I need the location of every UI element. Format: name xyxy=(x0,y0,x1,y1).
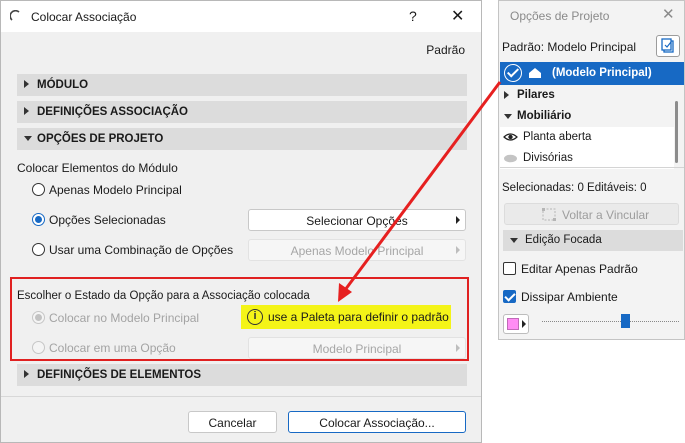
chevron-right-icon xyxy=(522,320,526,328)
chevron-down-icon xyxy=(504,114,512,119)
tree-item-partitions-label: Divisórias xyxy=(523,152,573,164)
footer-divider xyxy=(1,396,481,397)
tree-item-furniture[interactable]: Mobiliário xyxy=(500,106,674,127)
place-module-elements-label: Colocar Elementos do Módulo xyxy=(17,161,178,175)
radio-combination-label: Usar uma Combinação de Opções xyxy=(49,243,234,257)
chevron-right-icon xyxy=(24,370,29,378)
section-element-settings[interactable]: DEFINIÇÕES DE ELEMENTOS xyxy=(17,364,467,386)
radio-combination[interactable] xyxy=(32,243,45,256)
chevron-right-icon xyxy=(24,107,29,115)
chevron-down-icon xyxy=(510,238,518,243)
set-standard-icon[interactable] xyxy=(656,35,680,57)
section-elements-label: DEFINIÇÕES DE ELEMENTOS xyxy=(37,369,202,381)
tree-item-pillars[interactable]: Pilares xyxy=(500,85,674,106)
section-association-settings[interactable]: DEFINIÇÕES ASSOCIAÇÃO xyxy=(17,101,467,123)
relink-button[interactable]: Voltar a Vincular xyxy=(504,203,679,225)
app-icon xyxy=(10,10,20,21)
edit-standard-only-label: Editar Apenas Padrão xyxy=(521,262,638,276)
relink-icon xyxy=(542,208,556,221)
cancel-button[interactable]: Cancelar xyxy=(188,411,277,433)
eye-icon xyxy=(503,133,518,141)
color-swatch xyxy=(507,318,519,330)
project-options-palette: Opções de Projeto ✕ Padrão: Modelo Princ… xyxy=(498,0,685,340)
chevron-right-icon xyxy=(504,91,509,99)
select-options-button[interactable]: Selecionar Opções xyxy=(248,209,466,231)
tree-item-open-plan-label: Planta aberta xyxy=(523,131,592,143)
tree-item-open-plan[interactable]: Planta aberta xyxy=(500,127,674,148)
focused-edit-section[interactable]: Edição Focada xyxy=(503,230,683,251)
tree-item-pillars-label: Pilares xyxy=(517,89,555,101)
radio-main-only[interactable] xyxy=(32,183,45,196)
select-options-label: Selecionar Opções xyxy=(306,214,408,228)
tree-item-furniture-label: Mobiliário xyxy=(517,110,572,122)
palette-divider xyxy=(500,167,684,168)
default-label: Padrão xyxy=(426,43,465,57)
help-button[interactable]: ? xyxy=(409,8,417,24)
opacity-slider-track[interactable] xyxy=(542,321,679,322)
selection-counts: Selecionadas: 0 Editáveis: 0 xyxy=(502,182,647,194)
dim-environment-checkbox[interactable] xyxy=(503,290,516,303)
section-module-label: MÓDULO xyxy=(37,79,89,91)
radio-selected-options-label: Opções Selecionadas xyxy=(49,213,166,227)
palette-standard-label: Padrão: Modelo Principal xyxy=(502,40,637,54)
place-association-dialog: Colocar Associação ? ✕ Padrão MÓDULO DEF… xyxy=(0,0,482,443)
cancel-label: Cancelar xyxy=(208,416,257,430)
color-picker-button[interactable] xyxy=(503,314,529,334)
close-icon[interactable]: ✕ xyxy=(662,5,675,23)
radio-main-only-label: Apenas Modelo Principal xyxy=(49,183,182,197)
dialog-titlebar: Colocar Associação ? ✕ xyxy=(1,1,481,32)
palette-title: Opções de Projeto xyxy=(510,9,610,23)
section-module[interactable]: MÓDULO xyxy=(17,74,467,96)
house-icon xyxy=(529,68,541,78)
chevron-right-icon xyxy=(24,80,29,88)
chevron-down-icon xyxy=(24,136,32,141)
tree-scrollbar[interactable] xyxy=(675,101,678,163)
chevron-right-icon xyxy=(456,246,460,254)
highlight-box xyxy=(10,277,469,361)
section-project-options-label: OPÇÕES DE PROJETO xyxy=(37,133,164,145)
option-main-model-label: (Modelo Principal) xyxy=(552,67,652,79)
eye-closed-icon xyxy=(504,154,517,163)
tree-item-partitions[interactable]: Divisórias xyxy=(500,148,674,169)
combination-dropdown[interactable]: Apenas Modelo Principal xyxy=(248,239,466,261)
option-row-main-model[interactable]: (Modelo Principal) xyxy=(500,62,684,85)
relink-label: Voltar a Vincular xyxy=(562,208,650,222)
opacity-slider-knob[interactable] xyxy=(621,314,630,328)
close-icon[interactable]: ✕ xyxy=(451,6,464,26)
chevron-right-icon xyxy=(456,216,460,224)
edit-standard-only-checkbox[interactable] xyxy=(503,262,516,275)
dim-environment-label: Dissipar Ambiente xyxy=(521,290,618,304)
section-association-label: DEFINIÇÕES ASSOCIAÇÃO xyxy=(37,106,189,118)
place-association-button[interactable]: Colocar Associação... xyxy=(288,411,466,433)
section-project-options[interactable]: OPÇÕES DE PROJETO xyxy=(17,128,467,150)
focused-edit-label: Edição Focada xyxy=(525,234,602,246)
checkmark-icon xyxy=(504,64,522,82)
place-association-label: Colocar Associação... xyxy=(319,416,435,430)
radio-selected-options[interactable] xyxy=(32,213,45,226)
combination-dropdown-value: Apenas Modelo Principal xyxy=(290,244,424,258)
dialog-title: Colocar Associação xyxy=(31,10,137,24)
